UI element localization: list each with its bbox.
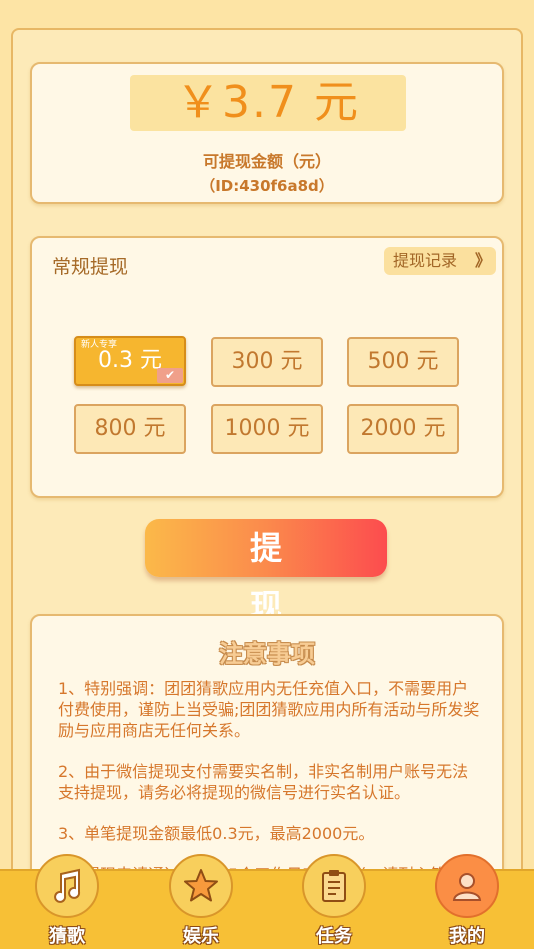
tab-label: 猜歌	[49, 926, 85, 947]
balance-card: ￥3.7 元 可提现金额（元） （ID:430f6a8d）	[30, 62, 504, 204]
amount-option-0-3[interactable]: 新人专享 0.3 元 ✔	[74, 336, 186, 386]
user-id: （ID:430f6a8d）	[200, 177, 334, 195]
balance-label: 可提现金额（元）	[202, 152, 331, 171]
tab-label: 任务	[316, 926, 352, 947]
balance-amount: ￥3.7 元	[130, 75, 406, 131]
user-icon	[435, 854, 499, 918]
tab-label: 我的	[449, 926, 485, 947]
star-icon	[169, 854, 233, 918]
tab-label: 娱乐	[183, 926, 219, 947]
checkmark-icon: ✔	[157, 368, 183, 383]
amount-option-1000[interactable]: 1000 元	[211, 404, 323, 454]
amount-option-label: 1000 元	[224, 416, 310, 441]
notice-item: 1、特别强调：团团猜歌应用内无任充值入口，不需要用户付费使用，谨防上当受骗;团团…	[58, 679, 480, 740]
tab-guess-song[interactable]: 猜歌	[33, 854, 101, 949]
music-note-icon	[35, 854, 99, 918]
amount-option-label: 500 元	[367, 349, 439, 374]
withdraw-record-label: 提现记录	[393, 251, 458, 270]
withdraw-submit-button[interactable]: 提现	[145, 519, 387, 625]
notice-title: 注意事项	[219, 640, 315, 668]
tab-mine[interactable]: 我的	[433, 854, 501, 949]
withdraw-card: 常规提现 提现记录 》 新人专享 0.3 元 ✔ 300 元 500 元 800…	[30, 236, 504, 498]
tab-tasks[interactable]: 任务	[300, 854, 368, 949]
amount-option-label: 800 元	[94, 416, 166, 441]
amount-option-label: 300 元	[231, 349, 303, 374]
clipboard-icon	[302, 854, 366, 918]
new-user-badge: 新人专享	[81, 340, 118, 350]
notice-item: 2、由于微信提现支付需要实名制，非实名制用户账号无法支持提现，请务必将提现的微信…	[58, 762, 469, 802]
withdraw-record-button[interactable]: 提现记录 》	[384, 247, 496, 275]
amount-option-300[interactable]: 300 元	[211, 337, 323, 387]
amount-option-500[interactable]: 500 元	[347, 337, 459, 387]
amount-option-2000[interactable]: 2000 元	[347, 404, 459, 454]
notice-item: 3、单笔提现金额最低0.3元，最高2000元。	[58, 824, 375, 843]
section-title: 常规提现	[52, 256, 129, 278]
bottom-tab-bar: 猜歌 娱乐 任务 我的	[0, 854, 534, 949]
amount-option-label: 0.3 元	[98, 348, 162, 373]
tab-entertainment[interactable]: 娱乐	[167, 854, 235, 949]
chevron-right-icon: 》	[474, 251, 491, 270]
amount-option-label: 2000 元	[360, 416, 446, 441]
amount-option-800[interactable]: 800 元	[74, 404, 186, 454]
